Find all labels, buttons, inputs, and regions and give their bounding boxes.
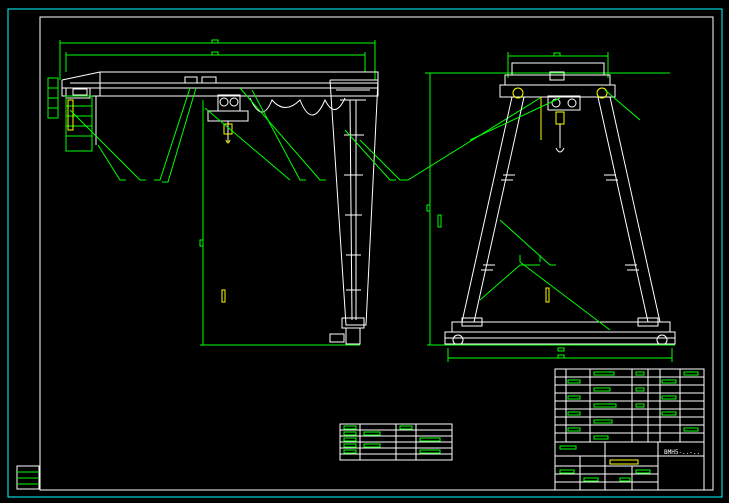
side-elevation-view [47,39,541,346]
title-block: BMH5-..-.. [554,368,705,491]
cad-drawing-canvas: BMH5-..-.. [7,8,723,498]
drawing-code-text: BMH5-..-.. [664,449,700,456]
parts-list-table [339,423,453,461]
end-elevation-view [425,52,676,362]
